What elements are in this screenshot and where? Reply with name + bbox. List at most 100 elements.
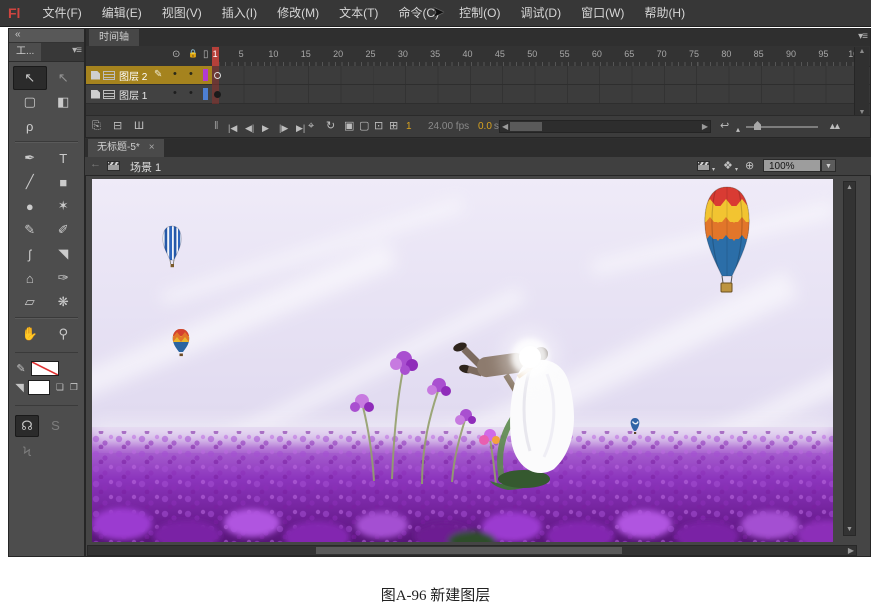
menu-item-3[interactable]: 插入(I) xyxy=(212,0,267,27)
menu-item-2[interactable]: 视图(V) xyxy=(152,0,212,27)
stage-canvas[interactable] xyxy=(92,179,833,542)
tab-tools[interactable]: 工... xyxy=(9,43,41,61)
close-document-icon[interactable]: × xyxy=(149,139,155,157)
subselection-tool[interactable]: ↖ xyxy=(47,66,81,90)
pencil-tool[interactable]: ✎ xyxy=(13,218,47,242)
center-stage-button[interactable]: ⊕ xyxy=(745,159,754,172)
enlarge-frames-button[interactable]: ▲▲ xyxy=(828,119,838,134)
zoom-level-input[interactable]: 100% xyxy=(763,159,821,172)
scroll-right-icon[interactable]: ▶ xyxy=(702,122,708,131)
edit-multiple-frames-button[interactable]: ⊡ xyxy=(374,119,383,134)
stage-scroll-down-icon[interactable]: ▼ xyxy=(844,526,855,533)
layer-outline-color-swatch[interactable] xyxy=(203,69,208,81)
brush-tool[interactable]: ✐ xyxy=(47,218,81,242)
layer-name-area[interactable]: 图层 2 xyxy=(86,66,212,84)
layer-visibility-dot[interactable]: • xyxy=(173,68,177,80)
loop-button[interactable]: ↻ xyxy=(326,119,335,134)
menu-item-0[interactable]: 文件(F) xyxy=(32,0,91,27)
onion-skin-outlines-button[interactable]: ▢ xyxy=(359,119,369,134)
hand-tool[interactable]: ✋ xyxy=(13,322,47,346)
snap-to-objects-toggle[interactable]: ☊ xyxy=(15,415,39,437)
menu-item-1[interactable]: 编辑(E) xyxy=(92,0,152,27)
edit-symbols-button[interactable]: ❖ xyxy=(723,159,733,172)
stage-vertical-scrollbar[interactable]: ▲ ▼ xyxy=(843,181,856,536)
play-button[interactable]: ▶ xyxy=(262,121,269,136)
zoom-dropdown-button[interactable]: ▼ xyxy=(821,159,836,172)
delete-layer-button[interactable]: Ш xyxy=(134,119,144,134)
stage-scroll-thumb[interactable] xyxy=(316,547,622,554)
center-frame-button[interactable]: ⌖ xyxy=(308,119,314,134)
onion-skin-button[interactable]: ▣ xyxy=(344,119,354,134)
return-playhead-button[interactable]: ↩ xyxy=(720,119,729,134)
edit-scene-icon[interactable] xyxy=(697,161,710,171)
gradient-transform-tool[interactable]: ◧ xyxy=(47,90,81,114)
text-tool[interactable]: T xyxy=(47,146,81,170)
layer-row-1[interactable]: ✎图层 2•• xyxy=(86,66,870,85)
timeline-horizontal-scrollbar[interactable]: ◀ ▶ xyxy=(499,120,711,133)
keyframe-dot[interactable] xyxy=(214,91,221,98)
layer-name-area[interactable]: 图层 1 xyxy=(86,85,212,103)
lock-column-icon[interactable]: 🔒 xyxy=(188,49,198,58)
go-to-first-frame-button[interactable]: |◀ xyxy=(228,121,237,136)
menu-item-9[interactable]: 窗口(W) xyxy=(571,0,634,27)
layer-row-2[interactable]: 图层 1• • xyxy=(86,85,870,104)
swap-colors-icon[interactable]: ❏ xyxy=(56,382,64,393)
scroll-up-icon[interactable]: ▲ xyxy=(855,48,869,55)
new-layer-button[interactable]: ⎘ xyxy=(92,119,101,134)
timeline-panel-menu-icon[interactable]: ▾≡ xyxy=(858,31,867,42)
outline-column-icon[interactable]: ▯ xyxy=(203,49,209,60)
tab-document[interactable]: 无标题-5* × xyxy=(88,139,164,157)
rectangle-tool[interactable]: ■ xyxy=(47,170,81,194)
ink-bottle-tool[interactable]: ⌂ xyxy=(13,266,47,290)
shrink-frames-button[interactable]: ▴ xyxy=(736,122,740,137)
smooth-option-button[interactable]: S xyxy=(43,414,67,436)
oval-tool[interactable]: ● xyxy=(13,194,47,218)
menu-item-7[interactable]: 控制(O) xyxy=(449,0,510,27)
stroke-color-swatch[interactable] xyxy=(31,361,59,376)
straighten-option-button[interactable]: Ϟ xyxy=(15,441,39,463)
layer-frames[interactable] xyxy=(212,66,854,84)
menu-item-4[interactable]: 修改(M) xyxy=(267,0,329,27)
new-folder-button[interactable]: ⊟ xyxy=(113,119,122,134)
black-white-icon[interactable]: ❐ xyxy=(70,382,78,393)
menu-item-5[interactable]: 文本(T) xyxy=(329,0,388,27)
pen-tool[interactable]: ✒ xyxy=(13,146,47,170)
tool-spacer[interactable] xyxy=(47,114,81,138)
menu-item-8[interactable]: 调试(D) xyxy=(510,0,571,27)
deco-tool[interactable]: ❋ xyxy=(47,290,81,314)
stage-horizontal-scrollbar[interactable]: ▶ xyxy=(87,545,857,556)
layer-frames[interactable] xyxy=(212,85,854,103)
layer-lock-dot[interactable]: • xyxy=(189,87,193,99)
scene-name-label[interactable]: 场景 1 xyxy=(130,159,161,175)
lasso-tool[interactable]: ρ xyxy=(13,114,47,138)
polystar-tool[interactable]: ✶ xyxy=(47,194,81,218)
eraser-tool[interactable]: ▱ xyxy=(13,290,47,314)
timeline-vertical-scrollbar[interactable]: ▲ ▼ xyxy=(854,47,869,117)
eyedropper-tool[interactable]: ✑ xyxy=(47,266,81,290)
scroll-left-icon[interactable]: ◀ xyxy=(502,122,508,131)
layer-visibility-dot[interactable]: • xyxy=(173,87,177,99)
step-forward-button[interactable]: |▶ xyxy=(279,121,288,136)
fill-color-swatch[interactable] xyxy=(28,380,50,395)
frame-view-slider-knob[interactable] xyxy=(754,121,761,130)
timeline-scroll-thumb[interactable] xyxy=(510,122,542,131)
paint-bucket-tool[interactable]: ◥ xyxy=(47,242,81,266)
tab-timeline[interactable]: 时间轴 xyxy=(89,29,139,46)
bone-tool[interactable]: ʃ xyxy=(13,242,47,266)
modify-markers-button[interactable]: ⊞ xyxy=(389,119,398,134)
selection-tool[interactable]: ↖ xyxy=(13,66,47,90)
frame-rate-value[interactable]: 24.00 fps xyxy=(428,121,469,132)
visibility-column-icon[interactable]: ⊙ xyxy=(172,49,180,60)
panel-menu-icon[interactable]: ▾≡ xyxy=(72,45,81,56)
step-back-button[interactable]: ◀| xyxy=(245,121,254,136)
zoom-tool[interactable]: ⚲ xyxy=(47,322,81,346)
keyframe-dot[interactable] xyxy=(214,72,221,79)
free-transform-tool[interactable]: ▢ xyxy=(13,90,47,114)
layer-lock-dot[interactable]: • xyxy=(189,68,193,80)
back-button[interactable]: ← xyxy=(90,158,101,170)
line-tool[interactable]: ╱ xyxy=(13,170,47,194)
collapse-panel-button[interactable]: « xyxy=(9,29,84,43)
menu-item-10[interactable]: 帮助(H) xyxy=(634,0,695,27)
stage-scroll-right-icon[interactable]: ▶ xyxy=(848,546,854,555)
stage-scroll-up-icon[interactable]: ▲ xyxy=(844,184,855,191)
